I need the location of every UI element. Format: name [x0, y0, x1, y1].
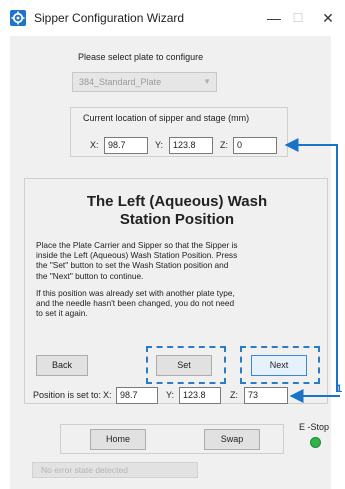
callout-arrow-to-current-z [284, 138, 338, 392]
callout-arrows [284, 138, 340, 403]
callout-number: 1 [336, 383, 343, 395]
